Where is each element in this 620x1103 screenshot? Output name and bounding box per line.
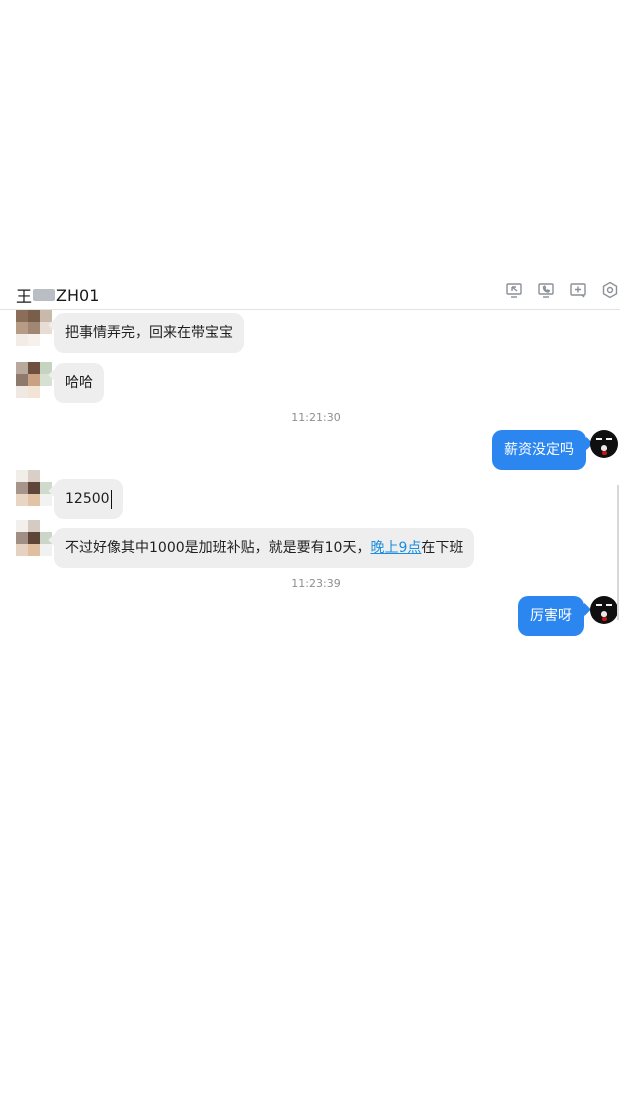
avatar[interactable] — [16, 310, 52, 346]
avatar[interactable] — [16, 520, 52, 556]
screen-share-button[interactable] — [504, 280, 524, 300]
message-list: 把事情弄完，回来在带宝宝 哈哈 11:21:30 薪资没定吗 12500 不过好… — [0, 310, 620, 650]
message-bubble-incoming[interactable]: 把事情弄完，回来在带宝宝 — [54, 313, 244, 353]
settings-button[interactable] — [600, 280, 620, 300]
message-bubble-incoming[interactable]: 12500 — [54, 479, 124, 519]
add-member-icon — [570, 283, 586, 298]
chat-header: 王 ZH01 — [0, 276, 620, 310]
timestamp: 11:21:30 — [291, 411, 341, 424]
avatar[interactable] — [590, 596, 618, 624]
contact-name: 王 ZH01 — [16, 283, 99, 307]
scrollbar[interactable] — [617, 485, 619, 620]
contact-name-suffix: ZH01 — [56, 285, 100, 305]
voice-call-button[interactable] — [536, 280, 556, 300]
avatar[interactable] — [16, 470, 52, 506]
message-bubble-incoming[interactable]: 不过好像其中1000是加班补贴，就是要有10天，晚上9点在下班 — [54, 528, 475, 568]
message-text: 12500 — [65, 491, 110, 507]
contact-name-prefix: 王 — [16, 287, 33, 306]
phone-call-icon — [538, 283, 554, 298]
avatar[interactable] — [16, 362, 52, 398]
text-cursor — [110, 489, 113, 509]
message-text: 不过好像其中1000是加班补贴，就是要有10天， — [65, 540, 371, 556]
timestamp: 11:23:39 — [291, 577, 341, 590]
message-bubble-incoming[interactable]: 哈哈 — [54, 363, 104, 403]
message-bubble-outgoing[interactable]: 厉害呀 — [518, 596, 584, 636]
avatar[interactable] — [590, 430, 618, 458]
message-bubble-outgoing[interactable]: 薪资没定吗 — [492, 430, 586, 470]
time-link[interactable]: 晚上9点 — [370, 540, 421, 556]
message-text: 在下班 — [421, 540, 464, 556]
settings-icon — [602, 281, 618, 299]
screen-share-icon — [506, 283, 522, 298]
chat-toolbar — [504, 280, 620, 300]
add-member-button[interactable] — [568, 280, 588, 300]
name-redaction — [33, 289, 56, 301]
